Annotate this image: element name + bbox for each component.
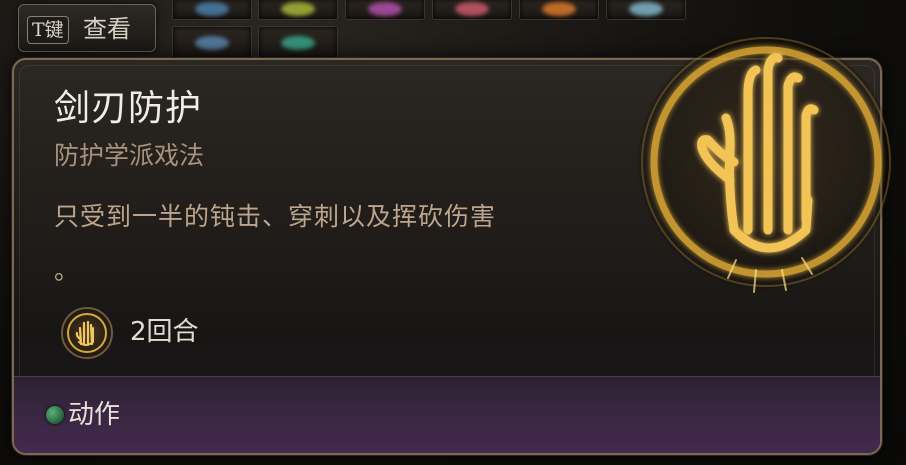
spell-title: 剑刃防护: [54, 88, 203, 129]
spell-description: 只受到一半的钝击、穿刺以及挥砍伤害: [54, 202, 497, 231]
hotbar-slot[interactable]: [345, 0, 425, 20]
action-type-label: 动作: [68, 400, 121, 430]
keyboard-key-badge: T键: [27, 16, 69, 44]
hotbar-slot[interactable]: [519, 0, 599, 20]
blade-ward-hand-icon: [638, 34, 894, 293]
spell-description-end: 。: [54, 256, 80, 285]
hotbar-slot[interactable]: [606, 0, 686, 20]
duration-text: 2回合: [130, 317, 199, 347]
action-type-footer: 动作: [14, 376, 880, 453]
game-screen: T键 查看 剑刃防护 防护学派戏法 只受到一半的钝击、穿刺以及挥砍伤害 。 2回…: [0, 0, 906, 465]
duration-hand-icon: [61, 307, 113, 359]
inspect-key-hint[interactable]: T键 查看: [18, 4, 156, 52]
hotbar-slot[interactable]: [258, 26, 338, 60]
action-dot-icon: [46, 406, 64, 424]
hotbar-slot[interactable]: [172, 0, 252, 20]
hotbar-slot[interactable]: [432, 0, 512, 20]
hotbar-slot[interactable]: [172, 26, 252, 60]
inspect-label: 查看: [83, 15, 131, 43]
spell-school: 防护学派戏法: [54, 141, 205, 170]
hotbar-slot[interactable]: [258, 0, 338, 20]
